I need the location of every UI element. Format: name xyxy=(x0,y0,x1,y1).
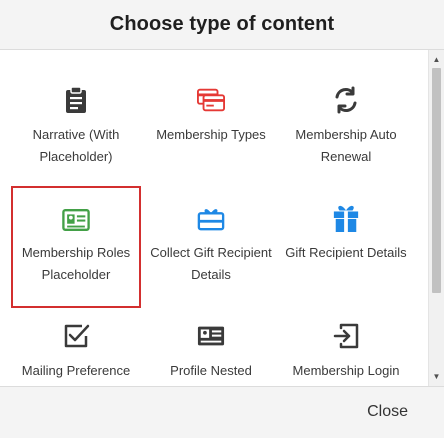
tile-label: Membership Auto Renewal xyxy=(295,127,397,164)
tile-membership-auto-renewal[interactable]: Membership Auto Renewal xyxy=(281,50,411,168)
tile-collect-gift-recipient-details[interactable]: Collect Gift Recipient Details xyxy=(146,168,276,286)
id-card-icon xyxy=(62,206,90,234)
tile-membership-types[interactable]: Membership Types xyxy=(146,50,276,168)
cards-icon xyxy=(197,86,225,114)
tile-label: Profile Nested xyxy=(170,363,252,378)
content-type-list: Narrative (With Placeholder) Membership … xyxy=(0,50,444,386)
dialog-header: Choose type of content xyxy=(0,0,444,50)
refresh-icon xyxy=(332,86,360,114)
sign-in-icon xyxy=(332,322,360,350)
tile-label: Membership Login xyxy=(292,363,400,378)
gift-icon xyxy=(332,204,360,232)
choose-content-dialog: Choose type of content Narrative (With P… xyxy=(0,0,444,438)
dialog-footer: Close xyxy=(0,386,444,438)
tile-gift-recipient-details[interactable]: Gift Recipient Details xyxy=(281,168,411,286)
close-button[interactable]: Close xyxy=(367,403,408,421)
dialog-title: Choose type of content xyxy=(109,13,335,35)
gift-card-icon xyxy=(197,204,225,232)
tile-label: Mailing Preference xyxy=(21,363,131,378)
vertical-scrollbar[interactable]: ▲ ▼ xyxy=(428,50,444,386)
tile-label: Narrative (With Placeholder) xyxy=(32,127,120,164)
profile-card-icon xyxy=(197,322,225,350)
scroll-up-icon[interactable]: ▲ xyxy=(429,52,444,67)
tile-profile-nested[interactable]: Profile Nested xyxy=(146,286,276,386)
tile-label: Collect Gift Recipient Details xyxy=(150,245,272,282)
tile-narrative-with-placeholder[interactable]: Narrative (With Placeholder) xyxy=(11,50,141,168)
tile-label: Gift Recipient Details xyxy=(285,245,407,260)
content-type-grid: Narrative (With Placeholder) Membership … xyxy=(0,50,428,386)
clipboard-icon xyxy=(62,86,90,114)
checkbox-icon xyxy=(62,322,90,350)
scroll-thumb[interactable] xyxy=(432,68,441,293)
tile-label: Membership Roles Placeholder xyxy=(21,245,131,282)
tile-mailing-preference[interactable]: Mailing Preference xyxy=(11,286,141,386)
tile-label: Membership Types xyxy=(156,127,266,142)
tile-membership-login[interactable]: Membership Login xyxy=(281,286,411,386)
scroll-down-icon[interactable]: ▼ xyxy=(429,369,444,384)
